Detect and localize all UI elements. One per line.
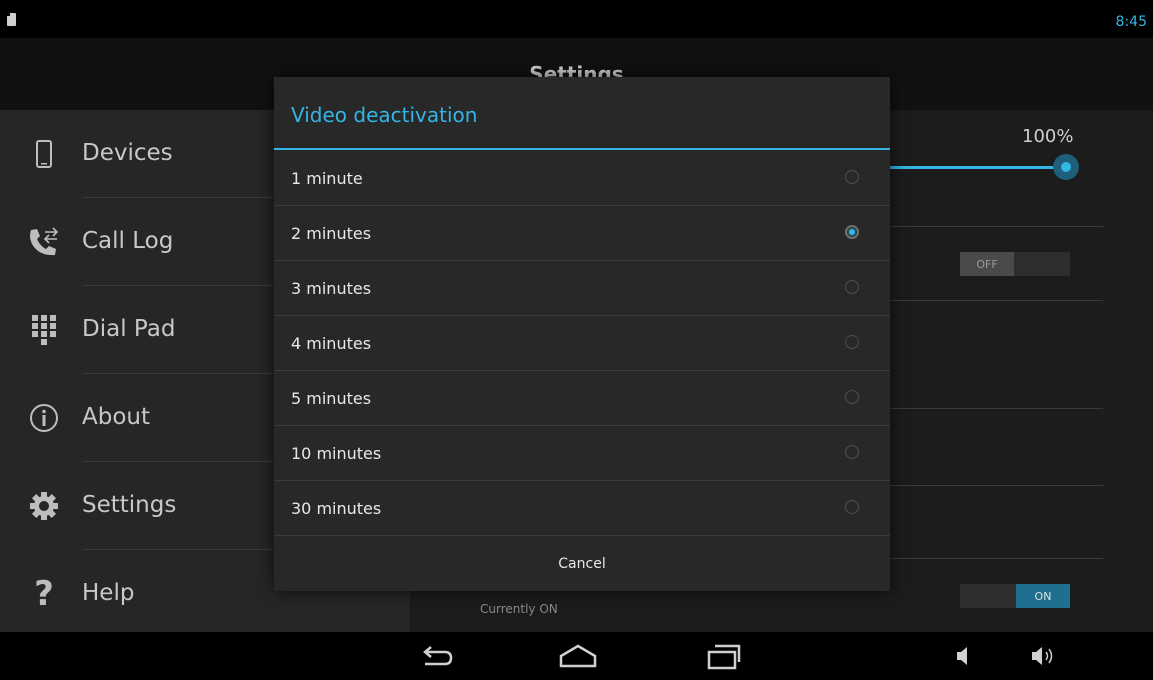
sidebar-item-label: Devices [82,140,173,166]
option-1-minute[interactable]: 1 minute [274,151,890,206]
option-label: 4 minutes [291,334,372,353]
sidebar-item-label: Help [82,580,135,606]
info-icon [24,402,64,434]
option-3-minutes[interactable]: 3 minutes [274,261,890,316]
setting-summary: Currently ON [480,602,558,616]
divider [274,535,890,536]
dialog-title: Video deactivation [291,103,478,127]
option-4-minutes[interactable]: 4 minutes [274,316,890,371]
volume-slider-handle[interactable] [1053,154,1079,180]
radio-button[interactable] [845,445,859,459]
option-label: 30 minutes [291,499,382,518]
phone-icon [24,138,64,170]
toggle-state-label: ON [1016,584,1070,608]
sidebar-item-label: About [82,404,151,430]
status-time: 8:45 [1115,14,1147,30]
setting-toggle-on[interactable]: ON [960,584,1070,608]
gear-icon [24,490,64,522]
volume-down-icon[interactable] [945,638,985,674]
dialpad-icon [24,314,64,346]
option-label: 10 minutes [291,444,382,463]
sidebar-item-label: Settings [82,492,177,518]
dialog-title-divider [274,148,890,150]
back-icon[interactable] [417,638,457,674]
option-5-minutes[interactable]: 5 minutes [274,371,890,426]
cancel-button[interactable]: Cancel [274,537,890,591]
toggle-state-label: OFF [960,252,1014,276]
radio-button[interactable] [845,335,859,349]
setting-toggle-off[interactable]: OFF [960,252,1070,276]
option-label: 3 minutes [291,279,372,298]
volume-up-icon[interactable] [1023,638,1063,674]
recents-icon[interactable] [705,638,745,674]
sidebar-item-label: Call Log [82,228,174,254]
volume-percent: 100% [1022,126,1074,147]
sidebar-item-label: Dial Pad [82,316,176,342]
option-label: 5 minutes [291,389,372,408]
radio-button[interactable] [845,500,859,514]
call-log-icon [24,226,64,258]
sd-card-icon [7,13,16,26]
radio-button[interactable] [845,390,859,404]
home-icon[interactable] [558,638,598,674]
option-10-minutes[interactable]: 10 minutes [274,426,890,481]
option-30-minutes[interactable]: 30 minutes [274,481,890,536]
question-icon: ? [34,574,54,614]
option-label: 2 minutes [291,224,372,243]
status-bar: 8:45 [0,0,1153,38]
option-label: 1 minute [291,169,363,188]
radio-button[interactable] [845,280,859,294]
option-2-minutes[interactable]: 2 minutes [274,206,890,261]
video-deactivation-dialog: Video deactivation 1 minute 2 minutes 3 … [274,77,890,591]
radio-button-selected[interactable] [845,225,859,239]
radio-button[interactable] [845,170,859,184]
navigation-bar [0,632,1153,680]
volume-slider-track[interactable] [870,166,1060,169]
